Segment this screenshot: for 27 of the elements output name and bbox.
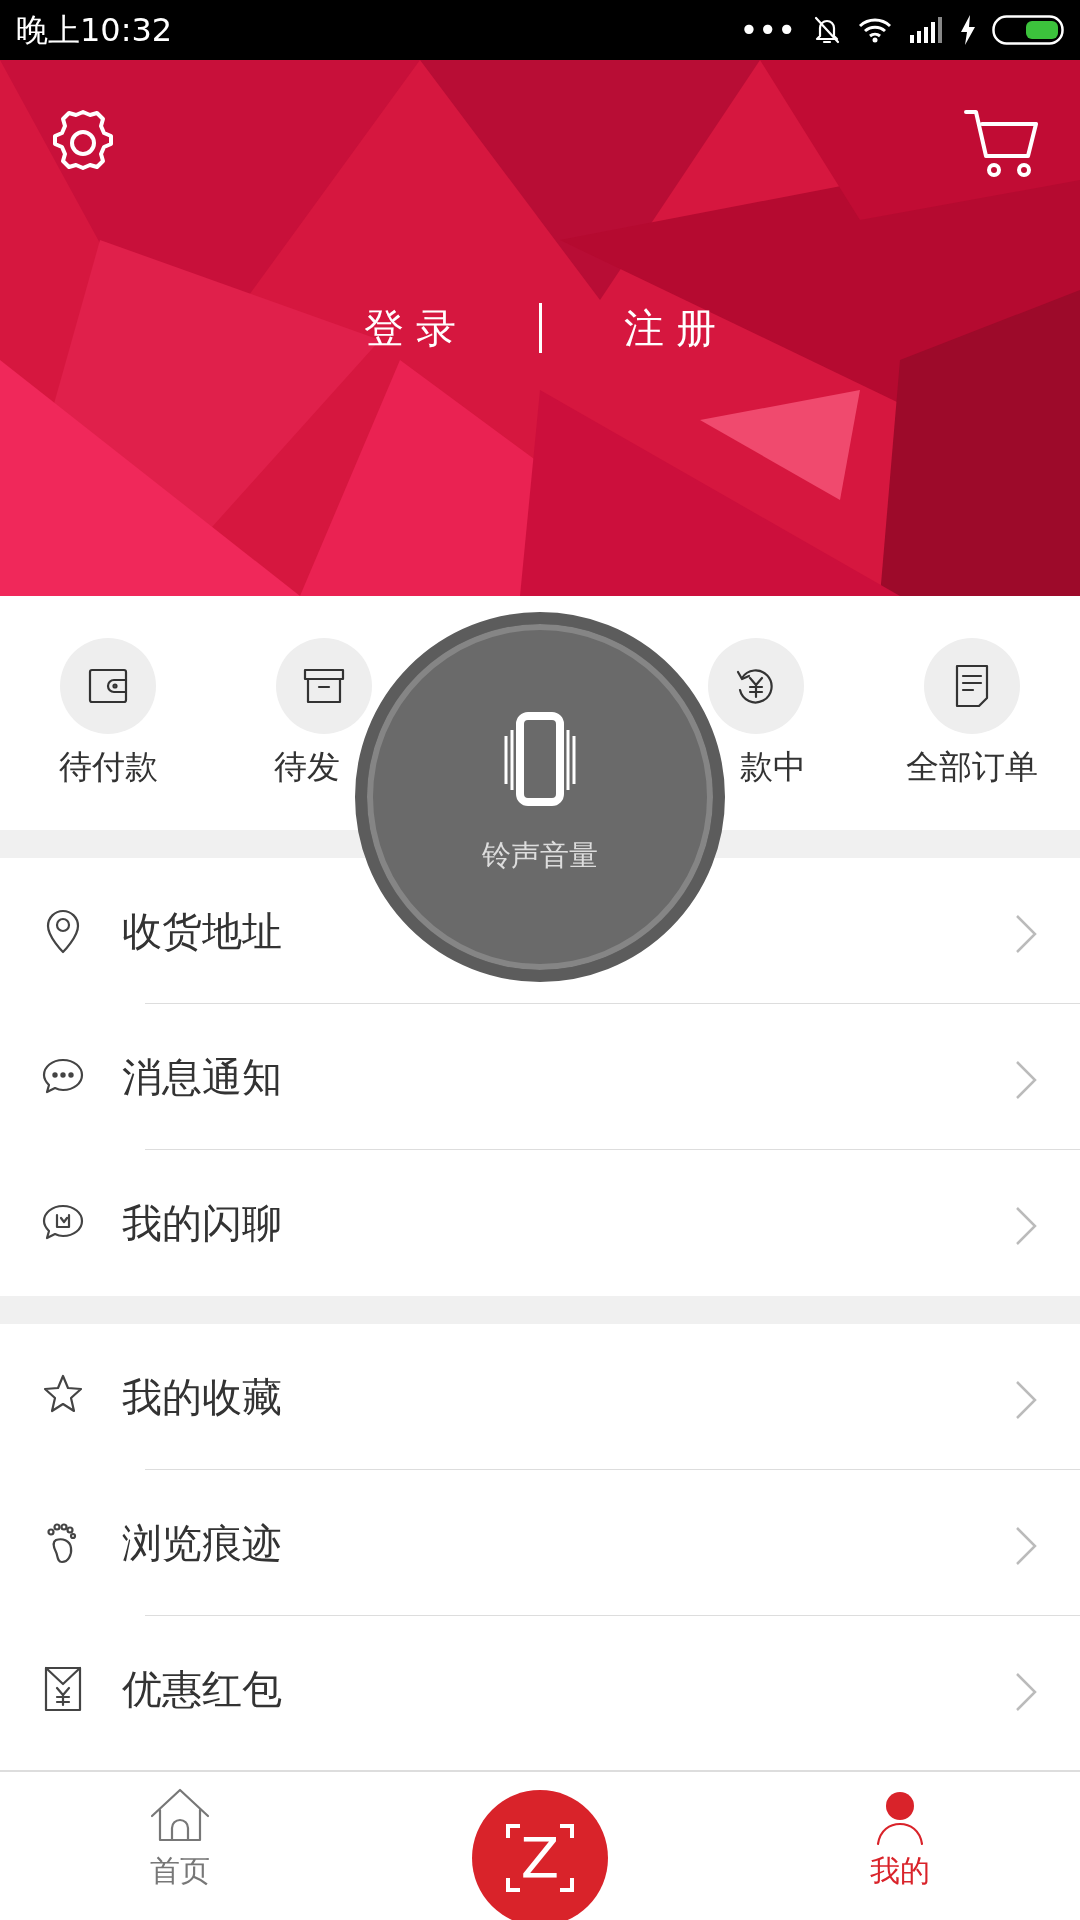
order-status-link[interactable]: 全部订单 — [864, 742, 1080, 792]
order-status-link[interactable]: 待付款 — [0, 742, 216, 792]
register-link[interactable]: 注 册 — [623, 298, 717, 358]
battery-icon — [992, 15, 1064, 45]
status-time: 晚上10:32 — [16, 10, 173, 51]
chevron-icon — [1014, 1205, 1038, 1247]
menu-item[interactable]: 优惠红包 — [0, 1616, 1080, 1762]
charging-icon — [960, 15, 976, 45]
chevron-icon — [1014, 1525, 1038, 1567]
login-link[interactable]: 登 录 — [363, 298, 457, 358]
scan-frame-icon — [504, 1822, 576, 1894]
wifi-icon — [858, 17, 892, 43]
tab-home[interactable]: 首页 — [0, 1772, 360, 1920]
chevron-icon — [1014, 1379, 1038, 1421]
volume-label: 铃声音量 — [482, 837, 598, 875]
chevron-icon — [1014, 913, 1038, 955]
menu-item[interactable]: 我的闪聊 — [0, 1150, 1080, 1296]
more-dots: ••• — [739, 10, 796, 51]
menu-item[interactable]: 我的收藏 — [0, 1324, 1080, 1470]
chevron-icon — [1014, 1059, 1038, 1101]
menu-item[interactable]: 浏览痕迹 — [0, 1470, 1080, 1616]
signal-icon — [908, 17, 944, 43]
scan-button[interactable]: Z — [472, 1790, 608, 1920]
tab-profile[interactable]: 我的 — [720, 1772, 1080, 1920]
mute-bell-icon — [812, 14, 842, 46]
menu-item[interactable]: 消息通知 — [0, 1004, 1080, 1150]
chevron-icon — [1014, 1671, 1038, 1713]
